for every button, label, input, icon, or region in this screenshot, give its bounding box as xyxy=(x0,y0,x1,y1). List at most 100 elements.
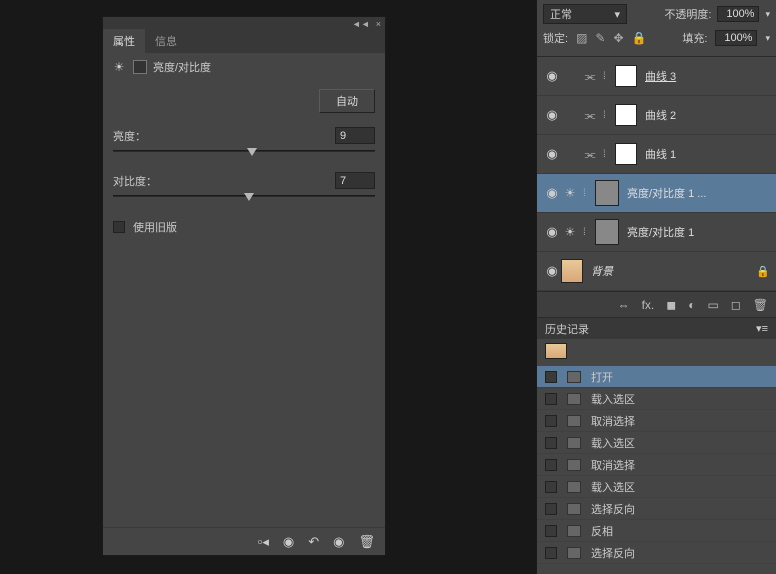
reset-icon[interactable]: ↶ xyxy=(308,534,319,550)
visibility-icon[interactable]: ◉ xyxy=(543,146,561,162)
layer-name[interactable]: 曲线 1 xyxy=(645,146,676,162)
fx-icon[interactable]: fx. xyxy=(642,298,655,312)
layer-name[interactable]: 曲线 2 xyxy=(645,107,676,123)
history-step-icon xyxy=(567,415,581,427)
layer-mask[interactable] xyxy=(615,143,637,165)
lock-position-icon[interactable]: ✥ xyxy=(613,31,623,45)
layer-row[interactable]: ◉ ☀⁞ 亮度/对比度 1 ... xyxy=(537,174,776,213)
layer-row[interactable]: ◉ ☀⁞ 亮度/对比度 1 xyxy=(537,213,776,252)
opacity-input[interactable] xyxy=(717,6,759,22)
blend-mode-dropdown[interactable]: 正常▾ xyxy=(543,4,627,24)
history-row[interactable]: 载入选区 xyxy=(537,432,776,454)
layer-mask[interactable] xyxy=(615,65,637,87)
adjustment-layer-icon[interactable]: ◐ xyxy=(688,298,695,312)
layer-name[interactable]: 亮度/对比度 1 ... xyxy=(627,185,706,201)
props-body: 自动 亮度： 对比度： 使用旧版 xyxy=(103,81,385,527)
history-label: 反相 xyxy=(591,523,613,539)
history-row[interactable]: 载入选区 xyxy=(537,388,776,410)
collapse-icon[interactable]: ◄◄ xyxy=(352,19,370,29)
chevron-down-icon[interactable]: ▾ xyxy=(765,9,770,20)
contrast-slider[interactable] xyxy=(113,191,375,209)
mask-icon xyxy=(133,60,147,74)
lock-label: 锁定: xyxy=(543,30,568,46)
link-icon: ⁞ xyxy=(583,188,591,199)
history-checkbox[interactable] xyxy=(545,503,557,515)
visibility-icon[interactable]: ◉ xyxy=(543,185,561,201)
legacy-checkbox[interactable] xyxy=(113,221,125,233)
history-row[interactable]: 取消选择 xyxy=(537,410,776,432)
history-checkbox[interactable] xyxy=(545,437,557,449)
history-row[interactable]: 打开 xyxy=(537,366,776,388)
clip-icon[interactable]: ▫◂ xyxy=(258,534,269,550)
visibility-icon[interactable]: ◉ xyxy=(543,224,561,240)
history-checkbox[interactable] xyxy=(545,415,557,427)
history-checkbox[interactable] xyxy=(545,371,557,383)
history-step-icon xyxy=(567,459,581,471)
history-checkbox[interactable] xyxy=(545,525,557,537)
layer-row[interactable]: ◉ ⫘⁞ 曲线 1 xyxy=(537,135,776,174)
chevron-down-icon[interactable]: ▾ xyxy=(765,33,770,44)
fill-input[interactable] xyxy=(715,30,757,46)
link-layers-icon[interactable]: ⇔ xyxy=(618,298,630,312)
layer-mask[interactable] xyxy=(615,104,637,126)
curves-icon: ⫘ xyxy=(581,67,599,85)
layer-row[interactable]: ◉ ⫘⁞ 曲线 2 xyxy=(537,96,776,135)
tab-properties[interactable]: 属性 xyxy=(103,29,145,53)
visibility-icon[interactable]: ◉ xyxy=(543,263,561,279)
delete-icon[interactable]: 🗑 xyxy=(358,534,375,550)
brightness-slider[interactable] xyxy=(113,146,375,164)
layer-mask[interactable] xyxy=(595,219,619,245)
right-panel: 正常▾ 不透明度: ▾ 锁定: ▨ ✎ ✥ 🔒 填充: ▾ ◉ ⫘⁞ 曲 xyxy=(536,0,776,574)
history-step-icon xyxy=(567,371,581,383)
history-row[interactable]: 载入选区 xyxy=(537,476,776,498)
layer-row[interactable]: ◉ 背景 🔒 xyxy=(537,252,776,291)
history-checkbox[interactable] xyxy=(545,481,557,493)
panel-menu-icon[interactable]: ▾≡ xyxy=(756,322,768,335)
history-label: 选择反向 xyxy=(591,501,635,517)
visibility-icon[interactable]: ◉ xyxy=(543,107,561,123)
layer-name[interactable]: 亮度/对比度 1 xyxy=(627,224,694,240)
visibility-icon[interactable]: ◉ xyxy=(333,534,344,550)
lock-all-icon[interactable]: 🔒 xyxy=(632,31,647,45)
close-icon[interactable]: × xyxy=(376,19,381,29)
props-header: ☀ 亮度/对比度 xyxy=(103,53,385,81)
tab-info[interactable]: 信息 xyxy=(145,29,187,53)
history-row[interactable]: 取消选择 xyxy=(537,454,776,476)
curves-icon: ⫘ xyxy=(581,106,599,124)
visibility-icon[interactable]: ◉ xyxy=(543,68,561,84)
auto-button[interactable]: 自动 xyxy=(319,89,375,113)
view-previous-icon[interactable]: ◉ xyxy=(283,534,294,550)
history-label: 取消选择 xyxy=(591,413,635,429)
lock-transparent-icon[interactable]: ▨ xyxy=(576,31,587,45)
lock-pixels-icon[interactable]: ✎ xyxy=(595,31,605,45)
history-row[interactable]: 选择反向 xyxy=(537,498,776,520)
contrast-input[interactable] xyxy=(335,172,375,189)
history-checkbox[interactable] xyxy=(545,459,557,471)
properties-panel: ◄◄ × 属性 信息 ☀ 亮度/对比度 自动 亮度： 对比度： xyxy=(102,16,386,556)
lock-icon: 🔒 xyxy=(756,265,770,278)
contrast-label: 对比度： xyxy=(113,173,157,189)
link-icon: ⁞ xyxy=(603,71,611,82)
add-mask-icon[interactable]: ◼ xyxy=(666,298,676,312)
history-label: 选择反向 xyxy=(591,545,635,561)
history-label: 打开 xyxy=(591,369,613,385)
brightness-input[interactable] xyxy=(335,127,375,144)
layer-row[interactable]: ◉ ⫘ ⁞ 曲线 3 xyxy=(537,57,776,96)
layer-thumbnail[interactable] xyxy=(561,259,583,283)
layer-name[interactable]: 曲线 3 xyxy=(645,68,676,84)
group-icon[interactable]: ▭ xyxy=(707,298,718,312)
new-layer-icon[interactable]: ◻ xyxy=(731,298,741,312)
layer-options: 正常▾ 不透明度: ▾ 锁定: ▨ ✎ ✥ 🔒 填充: ▾ xyxy=(537,0,776,57)
history-checkbox[interactable] xyxy=(545,393,557,405)
layer-name[interactable]: 背景 xyxy=(591,263,613,279)
history-step-icon xyxy=(567,525,581,537)
layer-mask[interactable] xyxy=(595,180,619,206)
history-row[interactable]: 选择反向 xyxy=(537,542,776,564)
history-checkbox[interactable] xyxy=(545,547,557,559)
snapshot-thumb[interactable] xyxy=(545,343,567,359)
history-row[interactable]: 反相 xyxy=(537,520,776,542)
fill-label: 填充: xyxy=(682,30,707,46)
history-label: 载入选区 xyxy=(591,435,635,451)
delete-layer-icon[interactable]: 🗑 xyxy=(753,298,768,312)
brightness-icon: ☀ xyxy=(561,223,579,241)
